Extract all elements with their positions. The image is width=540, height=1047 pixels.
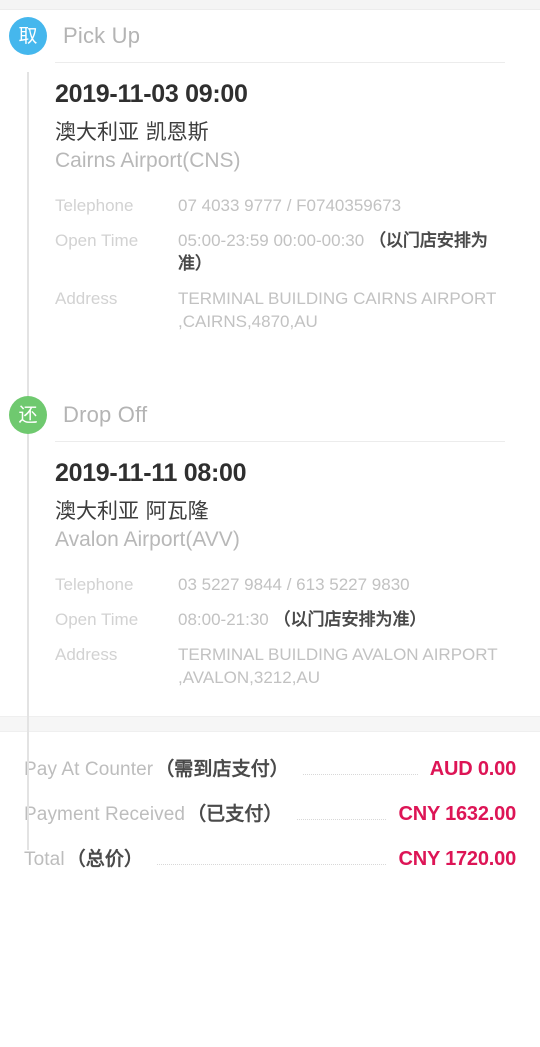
leader-dots xyxy=(302,773,418,775)
value-text: 05:00-23:59 00:00-00:30 xyxy=(178,230,369,250)
label-cn: （需到店支付） xyxy=(155,758,289,780)
leg-dropoff: 还 Drop Off 2019-11-11 08:00 澳大利亚 阿瓦隆 Ava… xyxy=(0,389,540,690)
info-row: Open Time 08:00-21:30 （以门店安排为准） xyxy=(55,609,505,632)
value-note: （以门店安排为准） xyxy=(273,610,427,631)
section-separator xyxy=(0,716,540,732)
pickup-address-label: Address xyxy=(55,288,118,308)
leg-pickup-header: 取 Pick Up xyxy=(0,10,540,62)
leg-pickup-body: 2019-11-03 09:00 澳大利亚 凯恩斯 Cairns Airport… xyxy=(55,62,505,333)
pickup-telephone-label: Telephone xyxy=(55,195,134,215)
leader-dots xyxy=(157,863,387,865)
pickup-info-table: Telephone 07 4033 9777 / F0740359673 Ope… xyxy=(55,195,505,334)
info-row: Address TERMINAL BUILDING AVALON AIRPORT… xyxy=(55,644,505,690)
leg-dropoff-title: Drop Off xyxy=(63,402,148,428)
leader-dots xyxy=(296,818,387,820)
info-row: Address TERMINAL BUILDING CAIRNS AIRPORT… xyxy=(55,288,505,334)
dropoff-station: Avalon Airport(AVV) xyxy=(55,528,240,552)
pickup-datetime: 2019-11-03 09:00 xyxy=(55,80,248,108)
pickup-opentime-value: 05:00-23:59 00:00-00:30 （以门店安排为准） xyxy=(178,230,505,276)
dropoff-badge-icon: 还 xyxy=(9,396,47,435)
info-row: Open Time 05:00-23:59 00:00-00:30 （以门店安排… xyxy=(55,230,505,276)
dropoff-info-table: Telephone 03 5227 9844 / 613 5227 9830 O… xyxy=(55,574,505,690)
pickup-city: 澳大利亚 凯恩斯 xyxy=(55,119,209,144)
dropoff-opentime-label: Open Time xyxy=(55,610,139,630)
payment-received-amount: CNY 1632.00 xyxy=(398,803,516,825)
leg-dropoff-body: 2019-11-11 08:00 澳大利亚 阿瓦隆 Avalon Airport… xyxy=(55,441,505,690)
payment-summary: Pay At Counter （需到店支付） AUD 0.00 Payment R… xyxy=(0,732,540,889)
leg-pickup-title: Pick Up xyxy=(63,23,141,48)
info-row: Telephone 03 5227 9844 / 613 5227 9830 xyxy=(55,574,505,597)
top-divider-band xyxy=(0,0,540,10)
payment-row-pay-at-counter: Pay At Counter （需到店支付） AUD 0.00 xyxy=(24,754,516,799)
dropoff-datetime: 2019-11-11 08:00 xyxy=(55,459,247,488)
dropoff-telephone-value: 03 5227 9844 / 613 5227 9830 xyxy=(178,574,505,597)
dropoff-telephone-label: Telephone xyxy=(55,575,134,595)
value-text: 03 5227 9844 / 613 5227 9830 xyxy=(178,575,410,595)
total-amount: CNY 1720.00 xyxy=(398,848,516,870)
dropoff-address-value: TERMINAL BUILDING AVALON AIRPORT ,AVALON… xyxy=(178,644,505,690)
dropoff-city: 澳大利亚 阿瓦隆 xyxy=(55,498,209,523)
pickup-station: Cairns Airport(CNS) xyxy=(55,148,241,172)
payment-row-payment-received: Payment Received （已支付） CNY 1632.00 xyxy=(24,799,516,844)
info-row: Telephone 07 4033 9777 / F0740359673 xyxy=(55,195,505,218)
dropoff-opentime-value: 08:00-21:30 （以门店安排为准） xyxy=(178,609,505,632)
pickup-badge-icon: 取 xyxy=(9,17,47,55)
label-cn: （已支付） xyxy=(187,803,283,825)
label-en: Pay At Counter xyxy=(24,759,154,780)
leg-dropoff-header: 还 Drop Off xyxy=(0,389,540,441)
dropoff-address-label: Address xyxy=(55,645,118,665)
value-text: 07 4033 9777 / F0740359673 xyxy=(178,195,402,215)
total-label: Total （总价） xyxy=(24,844,143,871)
payment-row-total: Total （总价） CNY 1720.00 xyxy=(24,844,516,889)
value-text: 08:00-21:30 xyxy=(178,610,274,630)
rental-timeline: 取 Pick Up 2019-11-03 09:00 澳大利亚 凯恩斯 Cair… xyxy=(0,10,540,850)
leg-pickup: 取 Pick Up 2019-11-03 09:00 澳大利亚 凯恩斯 Cair… xyxy=(0,10,540,333)
value-text: TERMINAL BUILDING CAIRNS AIRPORT ,CAIRNS… xyxy=(178,288,497,331)
label-en: Total xyxy=(24,849,65,870)
pay-at-counter-amount: AUD 0.00 xyxy=(429,758,516,780)
pay-at-counter-label: Pay At Counter （需到店支付） xyxy=(24,754,289,781)
pickup-telephone-value: 07 4033 9777 / F0740359673 xyxy=(178,195,505,218)
leg-gap xyxy=(0,345,540,389)
pickup-address-value: TERMINAL BUILDING CAIRNS AIRPORT ,CAIRNS… xyxy=(178,288,505,334)
label-cn: （总价） xyxy=(66,848,144,870)
label-en: Payment Received xyxy=(24,804,186,825)
payment-received-label: Payment Received （已支付） xyxy=(24,799,283,826)
pickup-opentime-label: Open Time xyxy=(55,230,139,250)
value-text: TERMINAL BUILDING AVALON AIRPORT ,AVALON… xyxy=(178,645,498,688)
